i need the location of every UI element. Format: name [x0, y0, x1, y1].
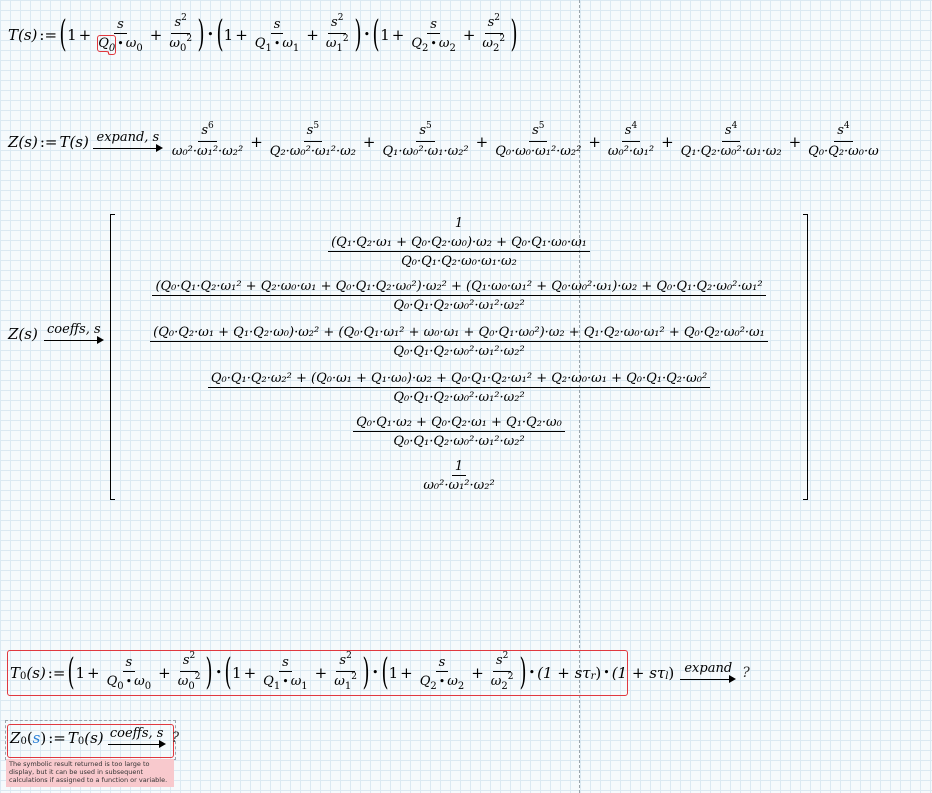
expand-term-1: s6 ω₀²·ω₁²·ω₂² [171, 121, 244, 159]
matrix-row-5: Q₀·Q₁·ω₂ + Q₀·Q₂·ω₁ + Q₁·Q₂·ω₀ Q₀·Q₁·Q₂·ω… [110, 414, 808, 451]
fraction-s2-over-w1sq: s2 ω12 [325, 13, 349, 54]
expand-term-5: s4 ω₀²·ω₁² [607, 121, 655, 159]
expand-term-4: s5 Q₀·ω₀·ω₁²·ω₂² [495, 121, 582, 159]
t0-definition-region[interactable]: T 0 (s) := (1 + s Q0 • ω0 + s2 ω02 ) • (1 + s Q1 • ω… [10, 651, 750, 693]
fraction-s2-over-w2sq: s2 ω22 [482, 13, 506, 54]
fraction-s2-over-w0sq: s2 ω02 [169, 13, 193, 54]
matrix-row-0: 1 [454, 216, 464, 231]
cursor-q0[interactable]: Q0 [97, 34, 117, 54]
z-coeffs-region[interactable]: Z(s) coeffs, s [8, 322, 108, 345]
expand-operator[interactable]: expand, s [92, 130, 163, 153]
error-message: The symbolic result returned is too larg… [6, 759, 174, 787]
matrix-row-3: (Q₀·Q₂·ω₁ + Q₁·Q₂·ω₀)·ω₂² + (Q₀·Q₁·ω₁² +… [110, 324, 808, 361]
expand-term-6: s4 Q₁·Q₂·ω₀²·ω₁·ω₂ [680, 121, 782, 159]
matrix-row-4: Q₀·Q₁·Q₂·ω₂² + (Q₀·ω₁ + Q₁·ω₀)·ω₂ + Q₀·Q… [110, 370, 808, 407]
expand-term-7: s4 Q₀·Q₂·ω₀·ω [808, 121, 879, 159]
fraction-s-over-q2w2: s Q2 • ω2 [411, 16, 456, 54]
pending-result-z0: ? [171, 729, 180, 746]
expand-term-2: s5 Q₂·ω₀²·ω₁²·ω₂ [269, 121, 356, 159]
t-call: T(s) [59, 132, 89, 151]
coefficient-matrix: 1 (Q₁·Q₂·ω₁ + Q₀·Q₂·ω₀)·ω₂ + Q₀·Q₁·ω₀·ω₁… [110, 214, 808, 500]
one: 1 [67, 25, 77, 44]
matrix-row-6: 1 ω₀²·ω₁²·ω₂² [423, 459, 495, 493]
z0-argument[interactable]: s [33, 729, 41, 747]
fraction-s-over-q0w0: s Q0 • ω0 [97, 16, 143, 54]
pending-result-t0: ? [742, 664, 750, 681]
matrix-row-2: (Q₀·Q₁·Q₂·ω₁² + Q₂·ω₀·ω₁ + Q₀·Q₁·Q₂·ω₀²)… [110, 278, 808, 315]
z0-definition-region[interactable]: Z0 (s) := T 0 (s) coeffs, s ? [10, 726, 179, 749]
coeffs-operator-z0[interactable]: coeffs, s [107, 726, 166, 749]
expand-term-3: s5 Q₁·ω₀²·ω₁·ω₂² [382, 121, 469, 159]
coeffs-operator[interactable]: coeffs, s [43, 322, 104, 345]
fraction-s-over-q1w1: s Q1 • ω1 [254, 16, 300, 54]
z-expand-region[interactable]: Z(s) := T(s) expand, s s6 ω₀²·ω₁²·ω₂² + s… [8, 121, 884, 161]
t-definition-region[interactable]: T(s) := ( 1 + s Q0 • ω0 + s2 ω02 ) • ( 1 + s … [8, 13, 518, 55]
assign-operator: := [39, 25, 58, 44]
plus: + [78, 25, 92, 44]
expand-operator-t0[interactable]: expand [680, 661, 737, 684]
z-lhs: Z(s) [8, 132, 38, 151]
matrix-row-1: (Q₁·Q₂·ω₁ + Q₀·Q₂·ω₀)·ω₂ + Q₀·Q₁·ω₀·ω₁ Q₀… [110, 234, 808, 271]
z-coeffs-lhs: Z(s) [8, 324, 38, 343]
t-lhs: T(s) [8, 25, 38, 44]
left-paren: ( [59, 13, 67, 55]
